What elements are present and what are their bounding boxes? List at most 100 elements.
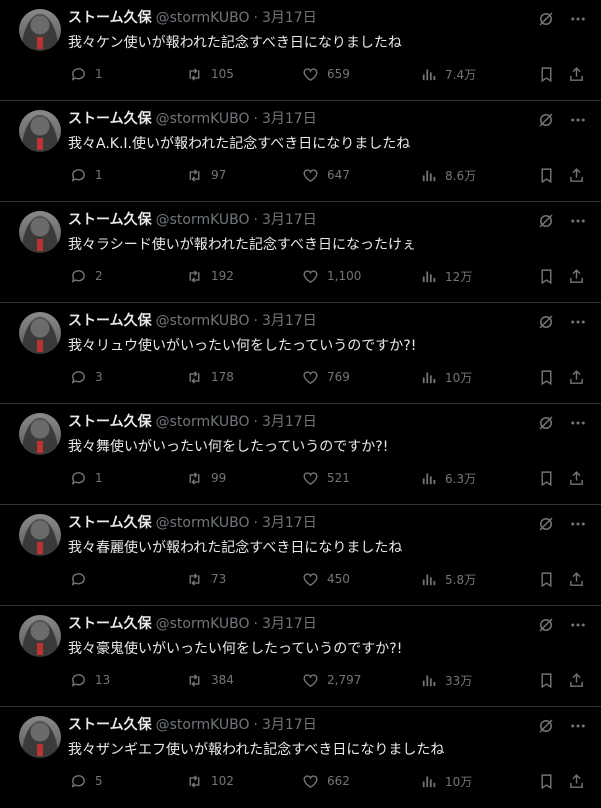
more-icon[interactable] [569,717,587,735]
like-button[interactable]: 659 [302,64,350,84]
tweet-date[interactable]: 3月17日 [262,212,317,228]
avatar[interactable] [19,716,61,758]
share-button[interactable] [568,367,585,387]
like-button[interactable]: 662 [302,771,350,791]
more-icon[interactable] [569,111,587,129]
author-handle[interactable]: @stormKUBO [156,616,250,632]
reply-button[interactable] [70,569,95,589]
retweet-button[interactable]: 97 [186,165,226,185]
bookmark-button[interactable] [538,468,555,488]
retweet-button[interactable]: 102 [186,771,234,791]
tweet[interactable]: ストーム久保 @stormKUBO · 3月17日 我々春麗使いが報われた記念すべき日… [0,505,601,606]
grok-icon[interactable] [537,515,555,533]
reply-button[interactable]: 13 [70,670,110,690]
share-button[interactable] [568,569,585,589]
like-button[interactable]: 1,100 [302,266,361,286]
reply-button[interactable]: 1 [70,64,103,84]
author-handle[interactable]: @stormKUBO [156,10,250,26]
avatar[interactable] [19,110,61,152]
share-button[interactable] [568,64,585,84]
author-name[interactable]: ストーム久保 [68,616,152,632]
tweet[interactable]: ストーム久保 @stormKUBO · 3月17日 我々A.K.I.使いが報われた記念… [0,101,601,202]
share-button[interactable] [568,771,585,791]
retweet-button[interactable]: 99 [186,468,226,488]
like-button[interactable]: 521 [302,468,350,488]
author-name[interactable]: ストーム久保 [68,212,152,228]
author-handle[interactable]: @stormKUBO [156,313,250,329]
retweet-button[interactable]: 192 [186,266,234,286]
more-icon[interactable] [569,212,587,230]
views-button[interactable]: 10万 [420,367,472,387]
share-button[interactable] [568,468,585,488]
more-icon[interactable] [569,10,587,28]
tweet-date[interactable]: 3月17日 [262,313,317,329]
tweet[interactable]: ストーム久保 @stormKUBO · 3月17日 我々ケン使いが報われた記念すべき日… [0,0,601,101]
bookmark-button[interactable] [538,569,555,589]
like-button[interactable]: 450 [302,569,350,589]
views-button[interactable]: 6.3万 [420,468,476,488]
author-handle[interactable]: @stormKUBO [156,111,250,127]
views-button[interactable]: 5.8万 [420,569,476,589]
bookmark-button[interactable] [538,367,555,387]
bookmark-button[interactable] [538,165,555,185]
views-button[interactable]: 10万 [420,771,472,791]
views-button[interactable]: 33万 [420,670,472,690]
author-name[interactable]: ストーム久保 [68,313,152,329]
retweet-button[interactable]: 384 [186,670,234,690]
more-icon[interactable] [569,414,587,432]
tweet[interactable]: ストーム久保 @stormKUBO · 3月17日 我々舞使いがいったい何をしたってい… [0,404,601,505]
avatar[interactable] [19,312,61,354]
tweet-date[interactable]: 3月17日 [262,111,317,127]
tweet-date[interactable]: 3月17日 [262,717,317,733]
share-button[interactable] [568,266,585,286]
more-icon[interactable] [569,616,587,634]
like-button[interactable]: 769 [302,367,350,387]
tweet[interactable]: ストーム久保 @stormKUBO · 3月17日 我々リュウ使いがいったい何をしたっ… [0,303,601,404]
grok-icon[interactable] [537,616,555,634]
reply-button[interactable]: 1 [70,165,103,185]
author-name[interactable]: ストーム久保 [68,414,152,430]
avatar[interactable] [19,514,61,556]
author-name[interactable]: ストーム久保 [68,515,152,531]
reply-button[interactable]: 3 [70,367,103,387]
like-button[interactable]: 647 [302,165,350,185]
retweet-button[interactable]: 73 [186,569,226,589]
grok-icon[interactable] [537,414,555,432]
author-handle[interactable]: @stormKUBO [156,212,250,228]
bookmark-button[interactable] [538,670,555,690]
grok-icon[interactable] [537,212,555,230]
views-button[interactable]: 12万 [420,266,472,286]
avatar[interactable] [19,615,61,657]
tweet-date[interactable]: 3月17日 [262,414,317,430]
author-handle[interactable]: @stormKUBO [156,515,250,531]
reply-button[interactable]: 5 [70,771,103,791]
views-button[interactable]: 8.6万 [420,165,476,185]
author-handle[interactable]: @stormKUBO [156,717,250,733]
tweet[interactable]: ストーム久保 @stormKUBO · 3月17日 我々ザンギエフ使いが報われた記念す… [0,707,601,808]
reply-button[interactable]: 1 [70,468,103,488]
tweet-date[interactable]: 3月17日 [262,10,317,26]
reply-button[interactable]: 2 [70,266,103,286]
retweet-button[interactable]: 178 [186,367,234,387]
more-icon[interactable] [569,313,587,331]
author-handle[interactable]: @stormKUBO [156,414,250,430]
share-button[interactable] [568,165,585,185]
bookmark-button[interactable] [538,266,555,286]
grok-icon[interactable] [537,10,555,28]
grok-icon[interactable] [537,717,555,735]
tweet[interactable]: ストーム久保 @stormKUBO · 3月17日 我々豪鬼使いがいったい何をしたって… [0,606,601,707]
grok-icon[interactable] [537,313,555,331]
retweet-button[interactable]: 105 [186,64,234,84]
avatar[interactable] [19,211,61,253]
share-button[interactable] [568,670,585,690]
bookmark-button[interactable] [538,771,555,791]
author-name[interactable]: ストーム久保 [68,717,152,733]
avatar[interactable] [19,413,61,455]
author-name[interactable]: ストーム久保 [68,10,152,26]
views-button[interactable]: 7.4万 [420,64,476,84]
bookmark-button[interactable] [538,64,555,84]
tweet-date[interactable]: 3月17日 [262,515,317,531]
more-icon[interactable] [569,515,587,533]
grok-icon[interactable] [537,111,555,129]
tweet-date[interactable]: 3月17日 [262,616,317,632]
